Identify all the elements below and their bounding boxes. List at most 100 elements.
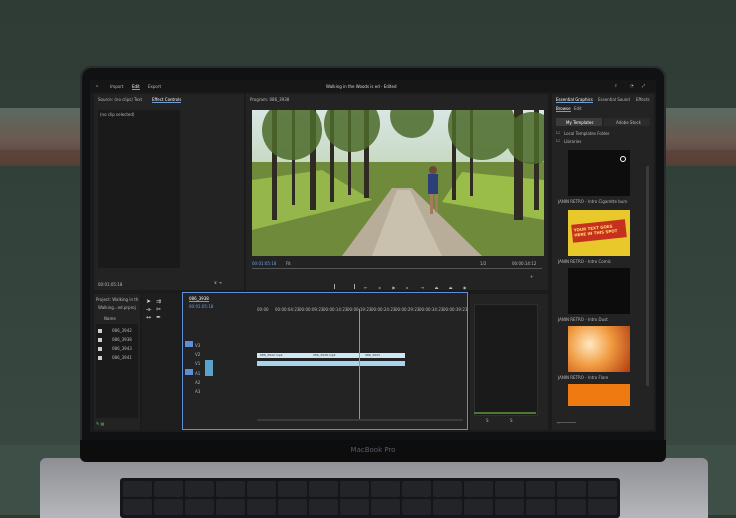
menu-edit[interactable]: Edit — [132, 84, 140, 90]
tab-effects[interactable]: Effects — [636, 97, 650, 102]
template-thumbnail-cigarette-burn[interactable] — [568, 150, 630, 196]
razor-tool-icon[interactable]: ✂ — [156, 306, 161, 313]
tab-essential-graphics[interactable]: Essential Graphics — [556, 97, 593, 103]
track-a1[interactable]: A1 — [195, 371, 200, 376]
playhead-bar[interactable] — [252, 268, 542, 269]
templates-scrollbar[interactable] — [646, 166, 649, 386]
keyboard-key — [278, 481, 307, 497]
solo-icon[interactable]: S — [486, 418, 489, 423]
tab-text[interactable]: Text — [134, 97, 142, 102]
track-a2[interactable]: A2 — [195, 380, 200, 385]
record-icon — [620, 156, 626, 162]
template-label-flare: JANIN RETRO - Intro Flare — [558, 375, 609, 380]
mute-icon[interactable]: S — [510, 418, 513, 423]
filter-icon[interactable]: ⊻ ⇥ — [214, 280, 222, 285]
track-v2[interactable]: V2 — [195, 352, 200, 357]
source-patch-v[interactable] — [185, 341, 193, 347]
mark-in-icon[interactable] — [334, 284, 340, 289]
mark-out-icon[interactable] — [349, 284, 356, 289]
timeline-audio-clip[interactable] — [257, 361, 405, 366]
lift-icon[interactable]: ⏏ — [435, 285, 440, 290]
quality-select[interactable]: 1/2 — [480, 261, 486, 266]
project-column-name[interactable]: Name — [104, 316, 116, 321]
playhead[interactable] — [359, 309, 360, 421]
timeline-clip[interactable]: 086_3942.mp4 086_3938.mp4 086_3943 — [257, 353, 405, 358]
ruler-tick: 00:00:09:23 — [299, 307, 324, 312]
ruler-tick: 00:00 — [257, 307, 269, 312]
keyboard-key — [526, 481, 555, 497]
app-header: ⌂ Import Edit Export Walking in the Wood… — [90, 80, 656, 92]
fullscreen-icon[interactable]: ⤢ — [642, 83, 645, 88]
template-thumbnail-flare[interactable] — [568, 326, 630, 372]
quick-export-icon[interactable]: ⇪ — [614, 83, 617, 88]
list-item[interactable]: 086_3938 — [98, 337, 138, 344]
clip-icon — [98, 356, 102, 360]
tab-essential-sound[interactable]: Essential Sound — [598, 97, 630, 102]
template-thumbnail-orange[interactable] — [568, 384, 630, 406]
libraries-checkbox[interactable]: ☐ — [556, 138, 560, 143]
track-v1[interactable]: V1 — [195, 361, 200, 366]
list-item[interactable]: 086_3943 — [98, 346, 138, 353]
keyboard-key — [557, 481, 586, 497]
template-thumbnail-comic[interactable]: YOUR TEXT GOES HERE IN THIS SPOT — [568, 210, 630, 256]
notifications-icon[interactable]: ◔ — [630, 83, 634, 88]
keyboard-key — [402, 481, 431, 497]
forest-path-image — [252, 110, 544, 256]
home-icon[interactable]: ⌂ — [96, 83, 99, 88]
clip-icon — [98, 329, 102, 333]
step-back-icon[interactable]: ◂ — [378, 285, 383, 290]
comic-text: YOUR TEXT GOES HERE IN THIS SPOT — [573, 223, 618, 238]
project-search[interactable]: Walking...ed.prproj — [98, 305, 136, 310]
zoom-select[interactable]: Fit — [286, 261, 291, 266]
template-thumbnail-dust[interactable] — [568, 268, 630, 314]
selection-tool-icon[interactable]: ➤ — [146, 298, 151, 305]
step-forward-icon[interactable]: ▸ — [406, 285, 411, 290]
laptop-chin: MacBook Pro — [80, 440, 666, 462]
track-select-tool-icon[interactable]: ⇉ — [156, 298, 161, 305]
tab-effect-controls[interactable]: Effect Controls — [152, 97, 182, 103]
adobe-stock-button[interactable]: Adobe Stock — [604, 118, 650, 126]
go-to-in-icon[interactable]: ⇤ — [364, 285, 369, 290]
audio-meter — [474, 304, 538, 416]
program-tab[interactable]: Program: 086_3938 — [250, 97, 289, 102]
ruler-tick: 00:00:39:23 — [443, 307, 468, 312]
list-item[interactable]: 086_3942 — [98, 328, 138, 335]
keyboard-key — [216, 499, 245, 515]
track-v3[interactable]: V3 — [195, 343, 200, 348]
project-title[interactable]: Project: Walking in th — [96, 297, 138, 302]
local-templates-checkbox[interactable]: ☐ — [556, 130, 560, 135]
menu-export[interactable]: Export — [148, 84, 161, 89]
ruler-tick: 00:00:29:23 — [395, 307, 420, 312]
laptop-brand: MacBook Pro — [350, 446, 396, 454]
add-button-icon[interactable]: + — [530, 274, 533, 279]
time-ruler[interactable]: 00:00 00:00:04:23 00:00:09:23 00:00:14:2… — [257, 307, 467, 313]
pen-tool-icon[interactable]: ✒ — [156, 314, 161, 321]
keyboard-key — [464, 481, 493, 497]
template-size-slider[interactable]: ⊸─────── — [556, 420, 576, 425]
timeline-panel: 086_3938 00:01:05:18 00:00 00:00:04:23 0… — [182, 292, 468, 430]
sequence-tab[interactable]: 086_3938 — [189, 296, 209, 302]
my-templates-button[interactable]: My Templates — [556, 118, 602, 126]
go-to-out-icon[interactable]: ⇥ — [421, 285, 426, 290]
audio-meters-panel: S S — [470, 294, 548, 430]
track-target-toggle[interactable] — [205, 360, 213, 376]
keyboard-key — [247, 481, 276, 497]
ruler-tick: 00:00:24:23 — [371, 307, 396, 312]
source-patch-a[interactable] — [185, 369, 193, 375]
source-timecode: 00:01:05:18 — [98, 282, 123, 287]
tab-browse[interactable]: Browse — [556, 106, 571, 112]
tab-edit[interactable]: Edit — [574, 106, 582, 111]
play-icon[interactable]: ▶ — [392, 285, 397, 290]
slip-tool-icon[interactable]: ↔ — [146, 314, 151, 321]
export-frame-icon[interactable]: ◉ — [463, 285, 468, 290]
list-item[interactable]: 086_3941 — [98, 355, 138, 362]
timeline-timecode: 00:01:05:18 — [189, 304, 214, 309]
menu-import[interactable]: Import — [110, 84, 123, 89]
tab-source[interactable]: Source: (no clips) — [98, 97, 133, 102]
track-a3[interactable]: A3 — [195, 389, 200, 394]
project-item-label: 086_3943 — [112, 346, 132, 351]
ripple-edit-tool-icon[interactable]: ⟛ — [146, 306, 151, 314]
extract-icon[interactable]: ⏏ — [449, 285, 454, 290]
new-item-icon[interactable]: ✎ ▤ — [96, 421, 104, 426]
timeline-scrollbar[interactable] — [257, 419, 463, 421]
